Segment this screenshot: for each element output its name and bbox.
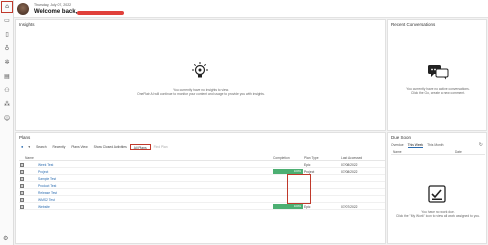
due-soon-empty-message: You have no work due. Click the "My Work… xyxy=(394,210,482,218)
plan-type-cell: Epic xyxy=(304,162,311,167)
row-menu-icon[interactable]: ≡ xyxy=(20,183,24,188)
document-icon[interactable]: ▯ xyxy=(3,31,11,39)
avatar[interactable] xyxy=(17,3,29,15)
plans-title: Plans xyxy=(19,135,31,140)
insights-empty-line2: OneFlair AI will continue to monitor you… xyxy=(137,92,265,97)
tab-this-week[interactable]: This Week xyxy=(407,143,424,148)
last-accessed-cell: 07/08/2022 xyxy=(341,169,358,174)
home-icon[interactable]: ⌂ xyxy=(3,3,11,11)
due-soon-tabs: Overdue This Week This Month xyxy=(391,143,443,148)
col-last-accessed[interactable]: Last Accessed xyxy=(341,156,362,160)
plan-name-link[interactable]: WMS2 Test xyxy=(38,198,55,202)
due-soon-panel: Due Soon Overdue This Week This Month ↻ … xyxy=(387,132,487,244)
plans-panel: Plans ● ▾ Search Recently Plans View Sho… xyxy=(15,132,386,244)
refresh-icon[interactable]: ↻ xyxy=(479,142,483,148)
col-completion[interactable]: Completion xyxy=(273,156,290,160)
row-menu-icon[interactable]: ≡ xyxy=(20,176,24,181)
lightbulb-icon[interactable]: ♁ xyxy=(3,45,11,53)
conversations-empty-line2: Click the Go, create a new comment. xyxy=(410,91,466,96)
col-plan-type[interactable]: Plan Type xyxy=(304,156,319,160)
toolbar-all-plans-filter[interactable]: All Plans xyxy=(129,144,151,150)
due-col-name[interactable]: Name xyxy=(393,150,402,154)
plan-type-cell: Project xyxy=(304,169,315,174)
page-header: Thursday, July 07, 2022 Welcome back, xyxy=(14,0,488,18)
table-row[interactable]: ≡ Product Test xyxy=(19,182,385,189)
welcome-title: Welcome back, xyxy=(34,9,78,15)
insights-title: Insights xyxy=(19,22,35,27)
chevron-down-icon[interactable]: ▾ xyxy=(25,144,33,150)
row-menu-icon[interactable]: ≡ xyxy=(20,162,24,167)
row-menu-icon[interactable]: ≡ xyxy=(20,204,24,209)
due-soon-title: Due Soon xyxy=(391,135,412,140)
plan-name-link[interactable]: Website xyxy=(38,205,50,209)
table-row[interactable]: ≡ Website 100% Epic 07/07/2022 xyxy=(19,203,385,210)
plan-name-link[interactable]: Week Test xyxy=(38,163,53,167)
header-date: Thursday, July 07, 2022 xyxy=(34,3,72,7)
table-row[interactable]: ≡ Week Test Epic 07/08/2022 xyxy=(19,161,385,168)
briefcase-icon[interactable]: ▭ xyxy=(3,17,11,25)
chat-bubbles-icon xyxy=(427,64,449,80)
due-soon-header: Name Date xyxy=(391,150,485,155)
row-menu-icon[interactable]: ≡ xyxy=(20,169,24,174)
plan-name-link[interactable]: Product Test xyxy=(38,184,56,188)
table-row[interactable]: ≡ WMS2 Test xyxy=(19,196,385,203)
redacted-username xyxy=(77,11,124,15)
table-row[interactable]: ≡ Release Test xyxy=(19,189,385,196)
plan-name-link[interactable]: Release Test xyxy=(38,191,57,195)
network-icon[interactable]: ⁂ xyxy=(3,101,11,109)
col-name[interactable]: Name xyxy=(25,156,34,160)
completion-bar: 100% xyxy=(273,204,303,209)
plan-type-highlight xyxy=(287,174,311,204)
toolbar-plans-view[interactable]: Plans View xyxy=(68,144,90,150)
last-accessed-cell: 07/07/2022 xyxy=(341,204,358,209)
gear-icon[interactable]: ⚙ xyxy=(3,235,8,242)
plan-name-link[interactable]: Project xyxy=(38,170,48,174)
plans-table: Name Completion Plan Type Last Accessed … xyxy=(19,155,385,210)
lightbulb-insight-icon xyxy=(190,61,210,81)
toolbar-find-plan[interactable]: Find Plan xyxy=(151,144,171,150)
row-menu-icon[interactable]: ≡ xyxy=(20,197,24,202)
plans-toolbar: ● ▾ Search Recently Plans View Show Clos… xyxy=(19,143,171,151)
last-accessed-cell: 07/08/2022 xyxy=(341,162,358,167)
tab-overdue[interactable]: Overdue xyxy=(391,143,404,148)
insights-empty-message: You currently have no insights to view. … xyxy=(116,88,286,96)
table-icon[interactable]: ▤ xyxy=(3,73,11,81)
checklist-icon xyxy=(428,185,446,203)
due-col-date[interactable]: Date xyxy=(455,150,462,154)
recent-conversations-title: Recent Conversations xyxy=(391,22,436,27)
tab-this-month[interactable]: This Month xyxy=(427,143,443,148)
recent-conversations-panel: Recent Conversations You currently have … xyxy=(387,19,487,131)
insights-panel: Insights You currently have no insights … xyxy=(15,19,386,131)
conversations-empty-message: You currently have no active conversatio… xyxy=(396,87,480,95)
table-row[interactable]: ≡ Project 100% Project 07/08/2022 xyxy=(19,168,385,175)
left-nav-rail: ⌂ ▭ ▯ ♁ ✲ ▤ ⚇ ⁂ ☺ ⚙ xyxy=(0,0,14,245)
plan-name-link[interactable]: Sample Test xyxy=(38,177,56,181)
plan-type-cell: Epic xyxy=(304,204,311,209)
row-menu-icon[interactable]: ≡ xyxy=(20,190,24,195)
app-root: ⌂ ▭ ▯ ♁ ✲ ▤ ⚇ ⁂ ☺ ⚙ Thursday, July 07, 2… xyxy=(0,0,488,245)
user-icon[interactable]: ☺ xyxy=(3,115,11,123)
table-row[interactable]: ≡ Sample Test xyxy=(19,175,385,182)
toolbar-show-closed[interactable]: Show Closed Activities xyxy=(91,144,130,150)
gear-nav-icon[interactable]: ✲ xyxy=(3,59,11,67)
people-icon[interactable]: ⚇ xyxy=(3,87,11,95)
plans-table-body: ≡ Week Test Epic 07/08/2022 ≡ Project 100% Proj… xyxy=(19,161,385,210)
due-empty-line2: Click the "My Work" icon to view all wor… xyxy=(396,214,480,219)
toolbar-search[interactable]: Search xyxy=(33,144,49,150)
toolbar-recently[interactable]: Recently xyxy=(50,144,69,150)
